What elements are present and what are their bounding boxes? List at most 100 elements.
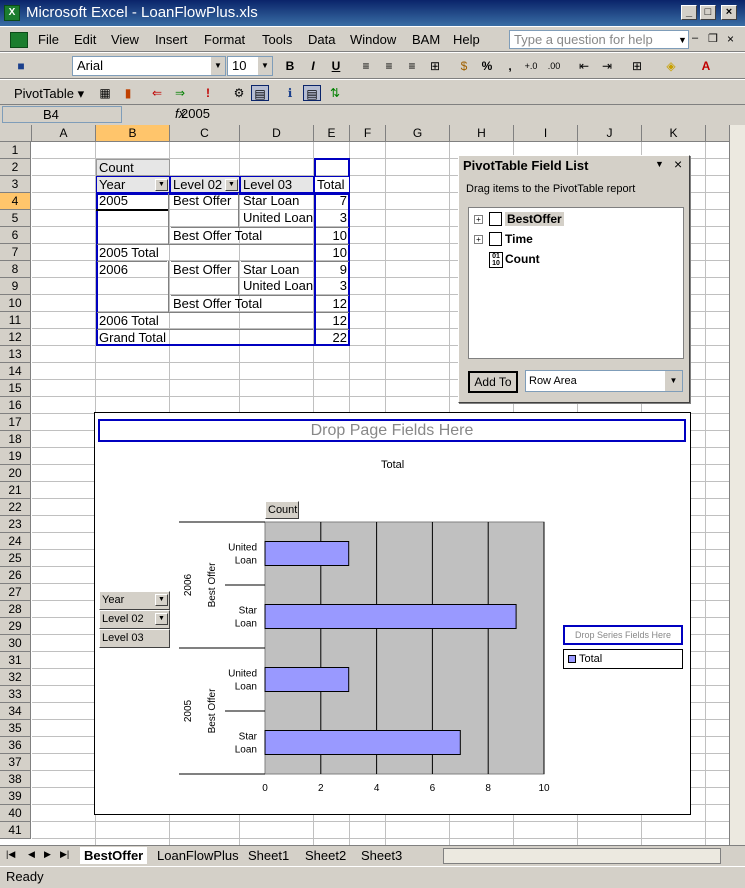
row-header[interactable]: 7	[0, 244, 31, 261]
row-header[interactable]: 30	[0, 635, 31, 652]
pivottable-menu-button[interactable]: PivotTable ▾	[14, 86, 84, 102]
column-header[interactable]: D	[240, 125, 314, 142]
pivot-value[interactable]: 3	[316, 278, 349, 295]
row-header[interactable]: 41	[0, 822, 31, 839]
row-header[interactable]: 3	[0, 176, 31, 193]
menu-tools[interactable]: Tools	[262, 32, 292, 47]
row-header[interactable]: 11	[0, 312, 31, 329]
sheet-tab-sheet2[interactable]: Sheet2	[305, 847, 346, 864]
pivot-cell[interactable]: Star Loan	[241, 193, 313, 210]
workbook-minimize-button[interactable]: –	[692, 32, 698, 44]
chevron-down-icon[interactable]: ▼	[655, 159, 664, 169]
row-header[interactable]: 18	[0, 431, 31, 448]
row-header[interactable]: 39	[0, 788, 31, 805]
row-header[interactable]: 5	[0, 210, 31, 227]
horizontal-scrollbar[interactable]	[443, 848, 721, 864]
ask-dropdown-icon[interactable]: ▼	[678, 35, 687, 45]
row-header[interactable]: 13	[0, 346, 31, 363]
pivot-chart[interactable]: Drop Page Fields Here Total Count Year ▼ …	[94, 412, 691, 815]
pivot-subtotal[interactable]: Best Offer Total	[171, 227, 313, 244]
align-left-icon[interactable]: ≡	[357, 58, 375, 74]
sheet-tab-loanflowplus[interactable]: LoanFlowPlus	[157, 847, 239, 864]
menu-data[interactable]: Data	[308, 32, 335, 47]
refresh-data-icon[interactable]: !	[199, 85, 217, 101]
pivot-value[interactable]: 7	[316, 193, 349, 210]
row-header[interactable]: 33	[0, 686, 31, 703]
pivot-value[interactable]: 3	[316, 210, 349, 227]
pivot-value[interactable]: 12	[316, 295, 349, 312]
field-settings-icon[interactable]: ⚙	[230, 85, 248, 101]
pivot-value[interactable]: 10	[316, 244, 349, 261]
column-header[interactable]: H	[450, 125, 514, 142]
column-header[interactable]: I	[514, 125, 578, 142]
row-header[interactable]: 34	[0, 703, 31, 720]
pivot-total-header[interactable]: Total	[314, 176, 350, 193]
row-header[interactable]: 28	[0, 601, 31, 618]
row-header[interactable]: 32	[0, 669, 31, 686]
percent-icon[interactable]: %	[478, 58, 496, 74]
pivot-cell[interactable]: Star Loan	[241, 261, 313, 278]
align-center-icon[interactable]: ≡	[380, 58, 398, 74]
expand-icon[interactable]: +	[474, 215, 483, 224]
row-header[interactable]: 10	[0, 295, 31, 312]
ask-question-input[interactable]: Type a question for help	[509, 30, 689, 49]
row-header[interactable]: 25	[0, 550, 31, 567]
pivot-cell[interactable]: 2006	[97, 261, 167, 278]
row-header[interactable]: 19	[0, 448, 31, 465]
prev-sheet-icon[interactable]: ◀	[28, 849, 35, 860]
row-header[interactable]: 37	[0, 754, 31, 771]
row-header[interactable]: 31	[0, 652, 31, 669]
menu-format[interactable]: Format	[204, 32, 245, 47]
workbook-restore-button[interactable]: ❐	[708, 32, 718, 45]
row-header[interactable]: 1	[0, 142, 31, 159]
menu-file[interactable]: File	[38, 32, 59, 47]
pivot-cell[interactable]: United Loan	[241, 210, 313, 227]
menu-view[interactable]: View	[111, 32, 139, 47]
info-icon[interactable]: ℹ	[281, 85, 299, 101]
fill-color-icon[interactable]: ◈	[662, 58, 680, 74]
field-time[interactable]: Time	[505, 232, 533, 246]
align-right-icon[interactable]: ≡	[403, 58, 421, 74]
currency-icon[interactable]: $	[455, 58, 473, 74]
workbook-close-button[interactable]: ×	[727, 32, 734, 46]
row-header[interactable]: 4	[0, 193, 31, 210]
format-report-icon[interactable]: ▦	[96, 85, 114, 101]
column-header[interactable]: B	[96, 125, 170, 142]
row-header[interactable]: 26	[0, 567, 31, 584]
expand-icon[interactable]: +	[474, 235, 483, 244]
close-button[interactable]: ×	[721, 5, 737, 20]
menu-help[interactable]: Help	[453, 32, 480, 47]
row-header[interactable]: 36	[0, 737, 31, 754]
underline-button[interactable]: U	[327, 58, 345, 74]
increase-decimal-icon[interactable]: +.0	[522, 58, 540, 74]
row-header[interactable]: 24	[0, 533, 31, 550]
sheet-tab-bestoffer[interactable]: BestOffer	[80, 847, 148, 864]
area-select[interactable]: Row Area ▼	[525, 370, 683, 392]
column-header[interactable]: E	[314, 125, 350, 142]
pivot-subtotal[interactable]: Best Offer Total	[171, 295, 313, 312]
borders-icon[interactable]: ⊞	[628, 58, 646, 74]
close-icon[interactable]: ×	[674, 156, 682, 172]
column-header[interactable]: J	[578, 125, 642, 142]
font-name-select[interactable]: Arial ▼	[72, 56, 226, 76]
name-box[interactable]: B4	[2, 106, 122, 123]
row-header[interactable]: 6	[0, 227, 31, 244]
pivot-year-header[interactable]: Year ▼	[96, 176, 170, 193]
pivot-level03-header[interactable]: Level 03	[240, 176, 314, 193]
column-header[interactable]: F	[350, 125, 386, 142]
show-detail-icon[interactable]: ⇒	[171, 85, 189, 101]
pivot-grand-total[interactable]: Grand Total	[97, 329, 313, 346]
chevron-down-icon[interactable]: ▼	[225, 179, 238, 191]
pivot-value[interactable]: 12	[316, 312, 349, 329]
decrease-indent-icon[interactable]: ⇤	[575, 58, 593, 74]
menu-bam[interactable]: BAM	[412, 32, 440, 47]
column-header[interactable]: G	[386, 125, 450, 142]
row-header[interactable]: 8	[0, 261, 31, 278]
font-size-select[interactable]: 10 ▼	[227, 56, 273, 76]
vertical-scrollbar[interactable]	[729, 125, 745, 845]
save-icon[interactable]: ■	[12, 58, 30, 74]
sheet-tab-sheet1[interactable]: Sheet1	[248, 847, 289, 864]
select-all-corner[interactable]	[0, 125, 32, 142]
pivot-subtotal[interactable]: 2005 Total	[97, 244, 313, 261]
pivot-cell[interactable]: 2005	[97, 193, 167, 210]
